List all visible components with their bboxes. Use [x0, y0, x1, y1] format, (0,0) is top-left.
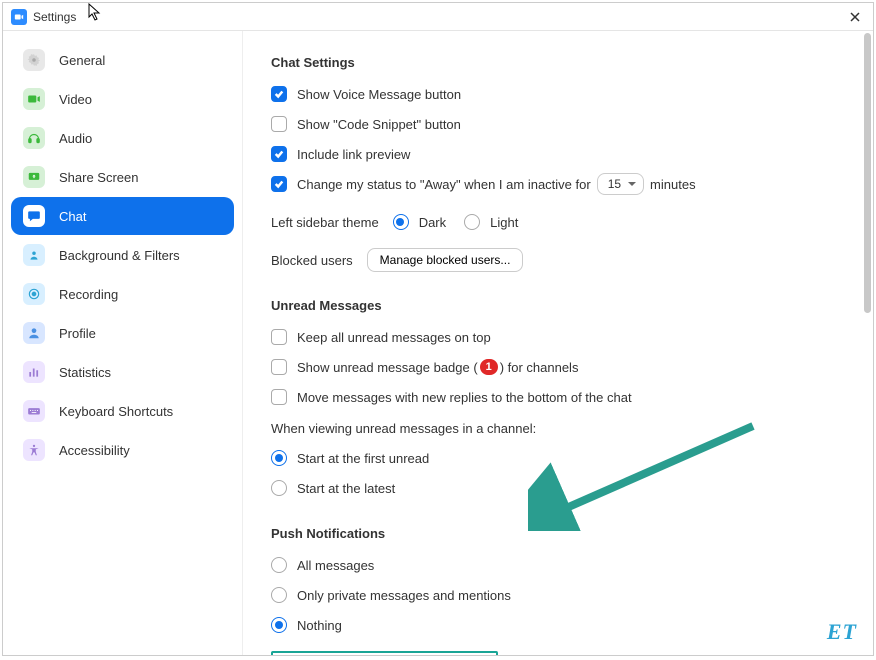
push-private-label: Only private messages and mentions [297, 588, 511, 603]
voice-message-checkbox[interactable] [271, 86, 287, 102]
viewing-unread-label: When viewing unread messages in a channe… [271, 421, 845, 436]
main-panel: Chat Settings Show Voice Message button … [243, 31, 873, 655]
exception-highlight: With exception for Channels... [271, 651, 498, 655]
keep-top-row: Keep all unread messages on top [271, 323, 845, 351]
statistics-icon [23, 361, 45, 383]
push-nothing-label: Nothing [297, 618, 342, 633]
blocked-users-label: Blocked users [271, 253, 353, 268]
chat-settings-heading: Chat Settings [271, 55, 845, 70]
start-latest-radio[interactable] [271, 480, 287, 496]
start-first-label: Start at the first unread [297, 451, 429, 466]
away-minutes-select[interactable]: 15 [597, 173, 644, 195]
badge-count: 1 [480, 359, 498, 375]
close-button[interactable] [845, 7, 865, 27]
scrollbar[interactable] [863, 33, 871, 653]
keyboard-icon [23, 400, 45, 422]
push-heading: Push Notifications [271, 526, 845, 541]
sidebar-item-share-screen[interactable]: Share Screen [11, 158, 234, 196]
blocked-users-row: Blocked users Manage blocked users... [271, 246, 845, 274]
sidebar-item-profile[interactable]: Profile [11, 314, 234, 352]
sidebar-theme-row: Left sidebar theme Dark Light [271, 208, 845, 236]
sidebar-item-label: Accessibility [59, 443, 130, 458]
audio-icon [23, 127, 45, 149]
theme-light-radio[interactable] [464, 214, 480, 230]
keep-top-checkbox[interactable] [271, 329, 287, 345]
away-prefix: Change my status to "Away" when I am ina… [297, 177, 591, 192]
recording-icon [23, 283, 45, 305]
unread-heading: Unread Messages [271, 298, 845, 313]
manage-blocked-button[interactable]: Manage blocked users... [367, 248, 524, 272]
app-icon [11, 9, 27, 25]
watermark: ET [827, 619, 857, 645]
sidebar-item-audio[interactable]: Audio [11, 119, 234, 157]
badge-prefix: Show unread message badge ( [297, 360, 478, 375]
sidebar-item-label: Recording [59, 287, 118, 302]
body: General Video Audio Share Screen Chat Backgro… [3, 31, 873, 655]
start-first-row: Start at the first unread [271, 444, 845, 472]
start-latest-label: Start at the latest [297, 481, 395, 496]
away-status-checkbox[interactable] [271, 176, 287, 192]
video-icon [23, 88, 45, 110]
start-latest-row: Start at the latest [271, 474, 845, 502]
settings-window: Settings General Video Audio Share Screen Ch… [2, 2, 874, 656]
sidebar-item-label: Profile [59, 326, 96, 341]
push-all-radio[interactable] [271, 557, 287, 573]
push-nothing-radio[interactable] [271, 617, 287, 633]
badge-row: Show unread message badge ( 1 ) for chan… [271, 353, 845, 381]
badge-suffix: ) for channels [500, 360, 579, 375]
sidebar-item-keyboard-shortcuts[interactable]: Keyboard Shortcuts [11, 392, 234, 430]
sidebar-item-label: General [59, 53, 105, 68]
sidebar-item-label: Chat [59, 209, 86, 224]
voice-message-label: Show Voice Message button [297, 87, 461, 102]
sidebar-item-background-filters[interactable]: Background & Filters [11, 236, 234, 274]
sidebar-item-label: Audio [59, 131, 92, 146]
sidebar-theme-label: Left sidebar theme [271, 215, 379, 230]
titlebar: Settings [3, 3, 873, 31]
sidebar-item-video[interactable]: Video [11, 80, 234, 118]
chat-icon [23, 205, 45, 227]
move-bottom-label: Move messages with new replies to the bo… [297, 390, 632, 405]
share-icon [23, 166, 45, 188]
link-preview-checkbox[interactable] [271, 146, 287, 162]
background-icon [23, 244, 45, 266]
sidebar: General Video Audio Share Screen Chat Backgro… [3, 31, 243, 655]
sidebar-item-statistics[interactable]: Statistics [11, 353, 234, 391]
theme-dark-label: Dark [419, 215, 446, 230]
theme-dark-radio[interactable] [393, 214, 409, 230]
sidebar-item-label: Video [59, 92, 92, 107]
cursor-icon [88, 3, 102, 21]
link-preview-row: Include link preview [271, 140, 845, 168]
push-private-radio[interactable] [271, 587, 287, 603]
sidebar-item-chat[interactable]: Chat [11, 197, 234, 235]
sidebar-item-recording[interactable]: Recording [11, 275, 234, 313]
away-status-row: Change my status to "Away" when I am ina… [271, 170, 845, 198]
profile-icon [23, 322, 45, 344]
push-private-row: Only private messages and mentions [271, 581, 845, 609]
sidebar-item-label: Background & Filters [59, 248, 180, 263]
link-preview-label: Include link preview [297, 147, 410, 162]
code-snippet-row: Show "Code Snippet" button [271, 110, 845, 138]
voice-message-row: Show Voice Message button [271, 80, 845, 108]
move-bottom-checkbox[interactable] [271, 389, 287, 405]
badge-checkbox[interactable] [271, 359, 287, 375]
push-all-label: All messages [297, 558, 374, 573]
sidebar-item-label: Share Screen [59, 170, 139, 185]
sidebar-item-general[interactable]: General [11, 41, 234, 79]
scrollbar-thumb[interactable] [864, 33, 871, 313]
move-bottom-row: Move messages with new replies to the bo… [271, 383, 845, 411]
keep-top-label: Keep all unread messages on top [297, 330, 491, 345]
sidebar-item-label: Statistics [59, 365, 111, 380]
push-all-row: All messages [271, 551, 845, 579]
code-snippet-label: Show "Code Snippet" button [297, 117, 461, 132]
accessibility-icon [23, 439, 45, 461]
push-nothing-row: Nothing [271, 611, 845, 639]
sidebar-item-accessibility[interactable]: Accessibility [11, 431, 234, 469]
away-suffix: minutes [650, 177, 696, 192]
sidebar-item-label: Keyboard Shortcuts [59, 404, 173, 419]
theme-light-label: Light [490, 215, 518, 230]
window-title: Settings [33, 10, 76, 24]
code-snippet-checkbox[interactable] [271, 116, 287, 132]
start-first-radio[interactable] [271, 450, 287, 466]
gear-icon [23, 49, 45, 71]
